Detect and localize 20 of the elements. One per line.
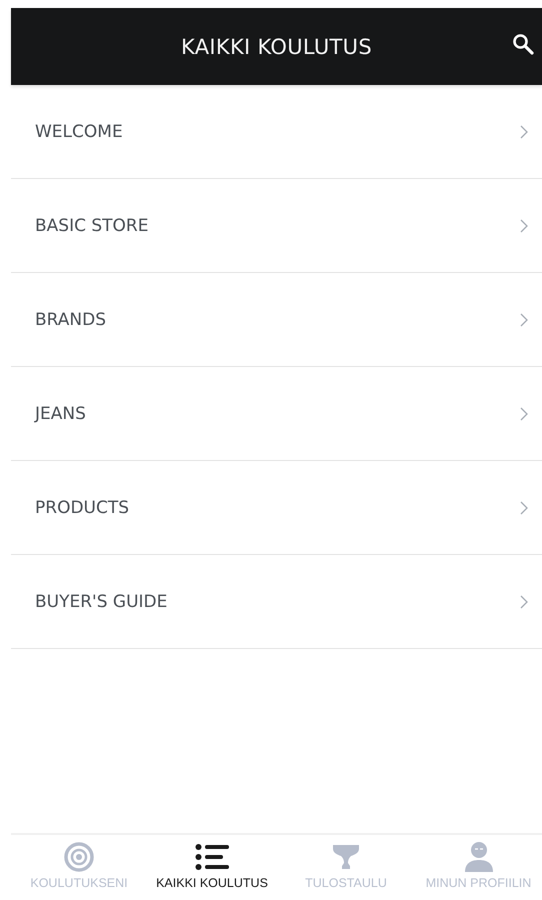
screen-title: KAIKKI KOULUTUS xyxy=(181,34,372,58)
trophy-icon xyxy=(332,843,360,871)
person-icon xyxy=(464,841,494,873)
course-item[interactable]: PRODUCTS xyxy=(11,461,542,555)
chevron-icon xyxy=(520,218,528,232)
course-item[interactable]: BRANDS xyxy=(11,273,542,367)
tab[interactable]: KAIKKI KOULUTUS xyxy=(147,835,277,890)
list-icon xyxy=(195,843,229,871)
chevron-icon xyxy=(520,124,528,138)
target-icon xyxy=(64,842,94,872)
chevron-icon xyxy=(520,406,528,420)
course-item[interactable]: WELCOME xyxy=(11,85,542,179)
course-item[interactable]: BUYER'S GUIDE xyxy=(11,555,542,649)
course-item[interactable]: JEANS xyxy=(11,367,542,461)
chevron-icon xyxy=(520,312,528,326)
chevron-icon xyxy=(520,594,528,608)
search-button[interactable] xyxy=(512,33,534,55)
search-icon xyxy=(512,33,534,55)
chevron-icon xyxy=(520,500,528,514)
course-item[interactable]: BASIC STORE xyxy=(11,179,542,273)
